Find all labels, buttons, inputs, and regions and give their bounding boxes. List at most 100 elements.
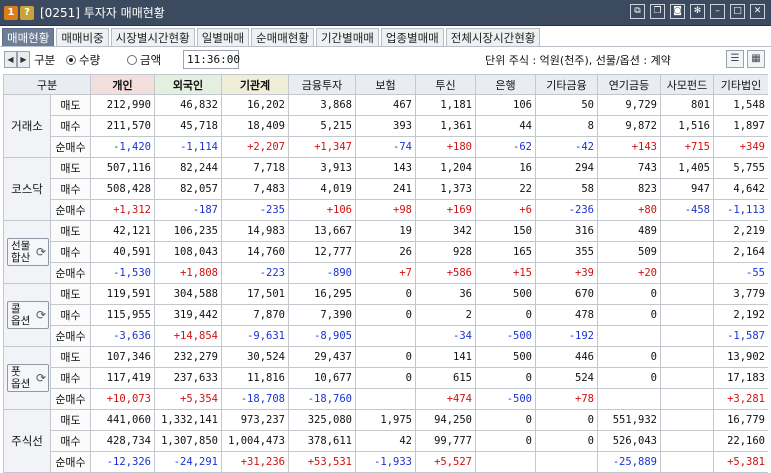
value-cell: -3,636 [90,325,155,347]
value-cell: 0 [597,304,661,326]
tab-3[interactable]: 일별매매 [196,28,250,47]
value-cell: 94,250 [415,409,476,431]
maximize-icon[interactable]: □ [730,4,745,19]
tab-5[interactable]: 기간별매매 [315,28,379,47]
row-type-label: 순매수 [50,199,91,221]
value-cell: +39 [535,262,598,284]
close-icon[interactable]: ✕ [750,4,765,19]
value-cell: 615 [415,367,476,389]
radio-amount-dot[interactable] [127,55,137,65]
value-cell: +143 [597,136,661,158]
value-cell: 0 [597,367,661,389]
table-row: 매수 211,570 45,718 18,409 5,215 393 1,361 44 8 9,8… [4,115,768,137]
value-cell: 467 [355,94,416,116]
value-cell: 143 [355,157,416,179]
help-icon[interactable]: ? [20,5,34,20]
group-label: 코스닥 [3,157,51,221]
value-cell: -1,530 [90,262,155,284]
row-type-label: 매수 [50,115,91,137]
next-arrow-icon[interactable]: ▶ [17,51,30,68]
radio-amount[interactable]: 금액 [127,52,161,68]
grid-view-icon[interactable]: ▦ [747,50,765,68]
tab-2[interactable]: 시장별시간현황 [110,28,195,47]
value-cell: 7,718 [221,157,289,179]
value-cell: +180 [415,136,476,158]
tab-6[interactable]: 업종별매매 [380,28,444,47]
value-cell [535,451,598,473]
value-cell: 0 [355,367,416,389]
column-header[interactable]: 외국인 [154,74,222,95]
unit-text: 단위 주식 : 억원(천주), 선물/옵션 : 계약 [485,54,671,67]
group-toggle-button[interactable]: 콜 옵션 ⟳ [7,301,49,329]
group-label: 거래소 [3,94,51,158]
value-cell [660,409,714,431]
value-cell: 489 [597,220,661,242]
tab-7[interactable]: 전체시장시간현황 [445,28,541,47]
value-cell: 5,215 [288,115,356,137]
value-cell: 16 [475,157,536,179]
value-cell: +7 [355,262,416,284]
row-type-label: 순매수 [50,262,91,284]
value-cell: 212,990 [90,94,155,116]
value-cell [660,283,714,305]
group-toggle-button[interactable]: 선물 합산 ⟳ [7,238,49,266]
gear-icon[interactable]: ✻ [690,4,705,19]
value-cell: +10,073 [90,388,155,410]
row-type-label: 매도 [50,94,91,116]
table-row: 순매수 -1,530 +1,808 -223 -890 +7 +586 +15 +39 +20 -5… [4,262,768,284]
value-cell: +53,531 [288,451,356,473]
camera-icon[interactable]: ◙ [670,4,685,19]
column-header[interactable]: 은행 [475,74,536,95]
value-cell: 393 [355,115,416,137]
time-input[interactable]: 11:36:00 [183,50,240,69]
value-cell: 99,777 [415,430,476,452]
column-header[interactable]: 연기금등 [597,74,661,95]
row-type-label: 매수 [50,241,91,263]
tab-1[interactable]: 매매비중 [56,28,109,47]
radio-quantity-dot[interactable] [66,55,76,65]
value-cell: -55 [713,262,768,284]
column-header[interactable]: 기타법인 [713,74,768,95]
link-icon[interactable]: ⧉ [630,4,645,19]
column-header[interactable]: 금융투자 [288,74,356,95]
value-cell: 973,237 [221,409,289,431]
column-header[interactable]: 기타금융 [535,74,598,95]
value-cell: 16,202 [221,94,289,116]
value-cell: -8,905 [288,325,356,347]
value-cell: 211,570 [90,115,155,137]
value-cell: +5,527 [415,451,476,473]
minimize-icon[interactable]: – [710,4,725,19]
value-cell: +3,281 [713,388,768,410]
copy-icon[interactable]: ❐ [650,4,665,19]
column-header[interactable]: 보험 [355,74,416,95]
tab-4[interactable]: 순매매현황 [251,28,314,47]
refresh-icon: ⟳ [35,371,46,385]
group-toggle-button[interactable]: 풋 옵션 ⟳ [7,364,49,392]
group-label: 선물 합산 ⟳ [3,220,51,284]
radio-quantity-label: 수량 [79,53,101,67]
value-cell [660,346,714,368]
list-view-icon[interactable]: ☰ [726,50,744,68]
value-cell: +586 [415,262,476,284]
value-cell: +2,207 [221,136,289,158]
value-cell: 0 [597,346,661,368]
value-cell: -187 [154,199,222,221]
refresh-icon: ⟳ [35,245,46,259]
radio-quantity[interactable]: 수량 [66,52,100,68]
value-cell: 1,373 [415,178,476,200]
row-type-label: 매도 [50,346,91,368]
header-row: 구분 개인 외국인 기관계 금융투자 보험 투신 은행 기타금융 연기금등 사모펀드 기타법인 [3,74,768,95]
column-header[interactable]: 개인 [90,74,155,95]
prev-arrow-icon[interactable]: ◀ [4,51,17,68]
value-cell [597,388,661,410]
table-row: 거래소 매도 212,990 46,832 16,202 3,868 467 1,181 106… [3,94,768,158]
value-cell: -1,587 [713,325,768,347]
column-header[interactable]: 기관계 [221,74,289,95]
column-header[interactable]: 사모펀드 [660,74,714,95]
value-cell: -25,889 [597,451,661,473]
column-header[interactable]: 투신 [415,74,476,95]
window-number-badge[interactable]: 1 [4,5,18,20]
value-cell: 8 [535,115,598,137]
tab-0[interactable]: 매매현황 [2,28,55,47]
value-cell: 150 [475,220,536,242]
